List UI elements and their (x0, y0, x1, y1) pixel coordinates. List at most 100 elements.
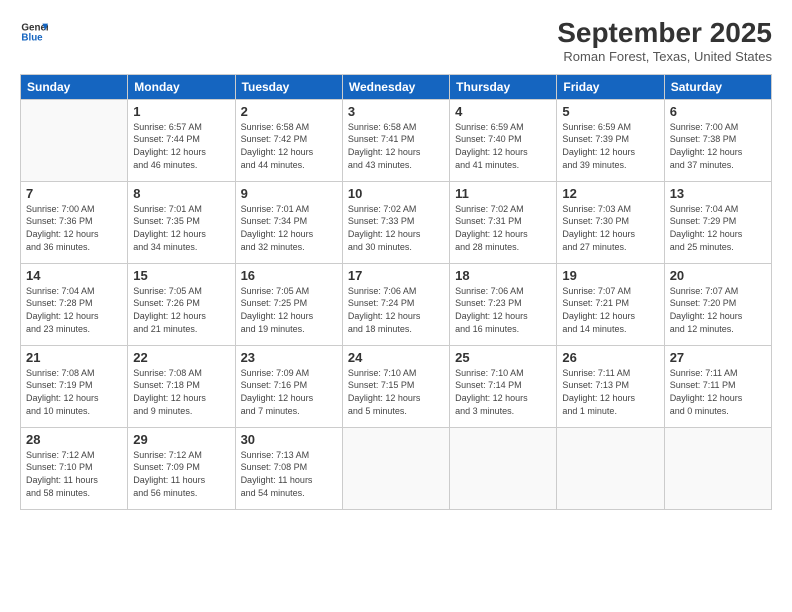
day-cell: 16Sunrise: 7:05 AM Sunset: 7:25 PM Dayli… (235, 263, 342, 345)
day-info: Sunrise: 7:10 AM Sunset: 7:14 PM Dayligh… (455, 367, 551, 417)
day-number: 18 (455, 268, 551, 283)
header-cell-saturday: Saturday (664, 74, 771, 99)
day-number: 3 (348, 104, 444, 119)
week-row-2: 14Sunrise: 7:04 AM Sunset: 7:28 PM Dayli… (21, 263, 772, 345)
day-cell: 2 Sunrise: 6:58 AM Sunset: 7:42 PM Daylig… (235, 99, 342, 181)
day-number: 5 (562, 104, 658, 119)
day-info: Sunrise: 7:04 AM Sunset: 7:29 PM Dayligh… (670, 203, 766, 253)
day-number: 14 (26, 268, 122, 283)
day-cell: 26 Sunrise: 7:11 AM Sunset: 7:13 PM Dayli… (557, 345, 664, 427)
svg-text:Blue: Blue (21, 32, 43, 43)
day-cell: 15 Sunrise: 7:05 AM Sunset: 7:26 PM Dayli… (128, 263, 235, 345)
day-cell: 17 Sunrise: 7:06 AM Sunset: 7:24 PM Dayli… (342, 263, 449, 345)
day-number: 4 (455, 104, 551, 119)
day-cell: 3 Sunrise: 6:58 AM Sunset: 7:41 PM Daylig… (342, 99, 449, 181)
day-info: Sunrise: 7:08 AM Sunset: 7:18 PM Dayligh… (133, 367, 229, 417)
day-cell: 30Sunrise: 7:13 AM Sunset: 7:08 PM Dayli… (235, 427, 342, 509)
day-cell: 7Sunrise: 7:00 AM Sunset: 7:36 PM Daylig… (21, 181, 128, 263)
day-info: Sunrise: 7:02 AM Sunset: 7:33 PM Dayligh… (348, 203, 444, 253)
week-row-0: 1 Sunrise: 6:57 AM Sunset: 7:44 PM Daylig… (21, 99, 772, 181)
day-cell: 27 Sunrise: 7:11 AM Sunset: 7:11 PM Dayli… (664, 345, 771, 427)
day-number: 1 (133, 104, 229, 119)
page: General Blue September 2025 Roman Forest… (0, 0, 792, 612)
day-cell (342, 427, 449, 509)
day-info: Sunrise: 7:12 AM Sunset: 7:09 PM Dayligh… (133, 449, 229, 499)
day-info: Sunrise: 7:11 AM Sunset: 7:11 PM Dayligh… (670, 367, 766, 417)
day-info: Sunrise: 7:11 AM Sunset: 7:13 PM Dayligh… (562, 367, 658, 417)
day-info: Sunrise: 7:07 AM Sunset: 7:20 PM Dayligh… (670, 285, 766, 335)
day-cell: 14Sunrise: 7:04 AM Sunset: 7:28 PM Dayli… (21, 263, 128, 345)
day-cell: 13 Sunrise: 7:04 AM Sunset: 7:29 PM Dayli… (664, 181, 771, 263)
day-number: 22 (133, 350, 229, 365)
day-info: Sunrise: 6:59 AM Sunset: 7:39 PM Dayligh… (562, 121, 658, 171)
day-number: 6 (670, 104, 766, 119)
subtitle: Roman Forest, Texas, United States (557, 49, 772, 64)
day-number: 11 (455, 186, 551, 201)
day-cell: 18 Sunrise: 7:06 AM Sunset: 7:23 PM Dayli… (450, 263, 557, 345)
day-cell: 10 Sunrise: 7:02 AM Sunset: 7:33 PM Dayli… (342, 181, 449, 263)
calendar-table: SundayMondayTuesdayWednesdayThursdayFrid… (20, 74, 772, 510)
day-cell: 21 Sunrise: 7:08 AM Sunset: 7:19 PM Dayli… (21, 345, 128, 427)
week-row-1: 7Sunrise: 7:00 AM Sunset: 7:36 PM Daylig… (21, 181, 772, 263)
day-number: 30 (241, 432, 337, 447)
day-number: 23 (241, 350, 337, 365)
header-row: SundayMondayTuesdayWednesdayThursdayFrid… (21, 74, 772, 99)
day-number: 12 (562, 186, 658, 201)
day-number: 27 (670, 350, 766, 365)
day-cell: 24Sunrise: 7:10 AM Sunset: 7:15 PM Dayli… (342, 345, 449, 427)
day-number: 24 (348, 350, 444, 365)
day-info: Sunrise: 7:08 AM Sunset: 7:19 PM Dayligh… (26, 367, 122, 417)
day-cell: 25 Sunrise: 7:10 AM Sunset: 7:14 PM Dayli… (450, 345, 557, 427)
day-number: 13 (670, 186, 766, 201)
day-info: Sunrise: 7:06 AM Sunset: 7:24 PM Dayligh… (348, 285, 444, 335)
day-info: Sunrise: 7:06 AM Sunset: 7:23 PM Dayligh… (455, 285, 551, 335)
day-number: 26 (562, 350, 658, 365)
day-cell: 22 Sunrise: 7:08 AM Sunset: 7:18 PM Dayli… (128, 345, 235, 427)
day-info: Sunrise: 7:02 AM Sunset: 7:31 PM Dayligh… (455, 203, 551, 253)
day-number: 2 (241, 104, 337, 119)
day-cell: 9Sunrise: 7:01 AM Sunset: 7:34 PM Daylig… (235, 181, 342, 263)
week-row-3: 21 Sunrise: 7:08 AM Sunset: 7:19 PM Dayli… (21, 345, 772, 427)
header-cell-friday: Friday (557, 74, 664, 99)
header-cell-tuesday: Tuesday (235, 74, 342, 99)
day-cell: 23 Sunrise: 7:09 AM Sunset: 7:16 PM Dayli… (235, 345, 342, 427)
day-cell: 5 Sunrise: 6:59 AM Sunset: 7:39 PM Daylig… (557, 99, 664, 181)
day-number: 15 (133, 268, 229, 283)
day-cell: 20Sunrise: 7:07 AM Sunset: 7:20 PM Dayli… (664, 263, 771, 345)
title-block: September 2025 Roman Forest, Texas, Unit… (557, 18, 772, 64)
day-info: Sunrise: 7:07 AM Sunset: 7:21 PM Dayligh… (562, 285, 658, 335)
header-cell-wednesday: Wednesday (342, 74, 449, 99)
header-cell-sunday: Sunday (21, 74, 128, 99)
day-number: 8 (133, 186, 229, 201)
day-info: Sunrise: 7:05 AM Sunset: 7:25 PM Dayligh… (241, 285, 337, 335)
week-row-4: 28 Sunrise: 7:12 AM Sunset: 7:10 PM Dayli… (21, 427, 772, 509)
day-cell: 28 Sunrise: 7:12 AM Sunset: 7:10 PM Dayli… (21, 427, 128, 509)
day-number: 29 (133, 432, 229, 447)
day-cell: 4Sunrise: 6:59 AM Sunset: 7:40 PM Daylig… (450, 99, 557, 181)
day-number: 9 (241, 186, 337, 201)
day-info: Sunrise: 7:12 AM Sunset: 7:10 PM Dayligh… (26, 449, 122, 499)
day-info: Sunrise: 6:58 AM Sunset: 7:42 PM Dayligh… (241, 121, 337, 171)
day-cell (557, 427, 664, 509)
day-number: 28 (26, 432, 122, 447)
day-info: Sunrise: 6:58 AM Sunset: 7:41 PM Dayligh… (348, 121, 444, 171)
day-cell: 1 Sunrise: 6:57 AM Sunset: 7:44 PM Daylig… (128, 99, 235, 181)
header-cell-monday: Monday (128, 74, 235, 99)
day-number: 25 (455, 350, 551, 365)
header: General Blue September 2025 Roman Forest… (20, 18, 772, 64)
day-number: 7 (26, 186, 122, 201)
day-info: Sunrise: 7:09 AM Sunset: 7:16 PM Dayligh… (241, 367, 337, 417)
day-info: Sunrise: 7:05 AM Sunset: 7:26 PM Dayligh… (133, 285, 229, 335)
day-number: 21 (26, 350, 122, 365)
day-cell: 6 Sunrise: 7:00 AM Sunset: 7:38 PM Daylig… (664, 99, 771, 181)
day-info: Sunrise: 7:01 AM Sunset: 7:35 PM Dayligh… (133, 203, 229, 253)
day-number: 19 (562, 268, 658, 283)
day-cell (664, 427, 771, 509)
day-cell: 12 Sunrise: 7:03 AM Sunset: 7:30 PM Dayli… (557, 181, 664, 263)
day-info: Sunrise: 7:00 AM Sunset: 7:38 PM Dayligh… (670, 121, 766, 171)
day-cell: 29 Sunrise: 7:12 AM Sunset: 7:09 PM Dayli… (128, 427, 235, 509)
day-info: Sunrise: 7:03 AM Sunset: 7:30 PM Dayligh… (562, 203, 658, 253)
day-info: Sunrise: 6:57 AM Sunset: 7:44 PM Dayligh… (133, 121, 229, 171)
day-number: 17 (348, 268, 444, 283)
day-number: 10 (348, 186, 444, 201)
